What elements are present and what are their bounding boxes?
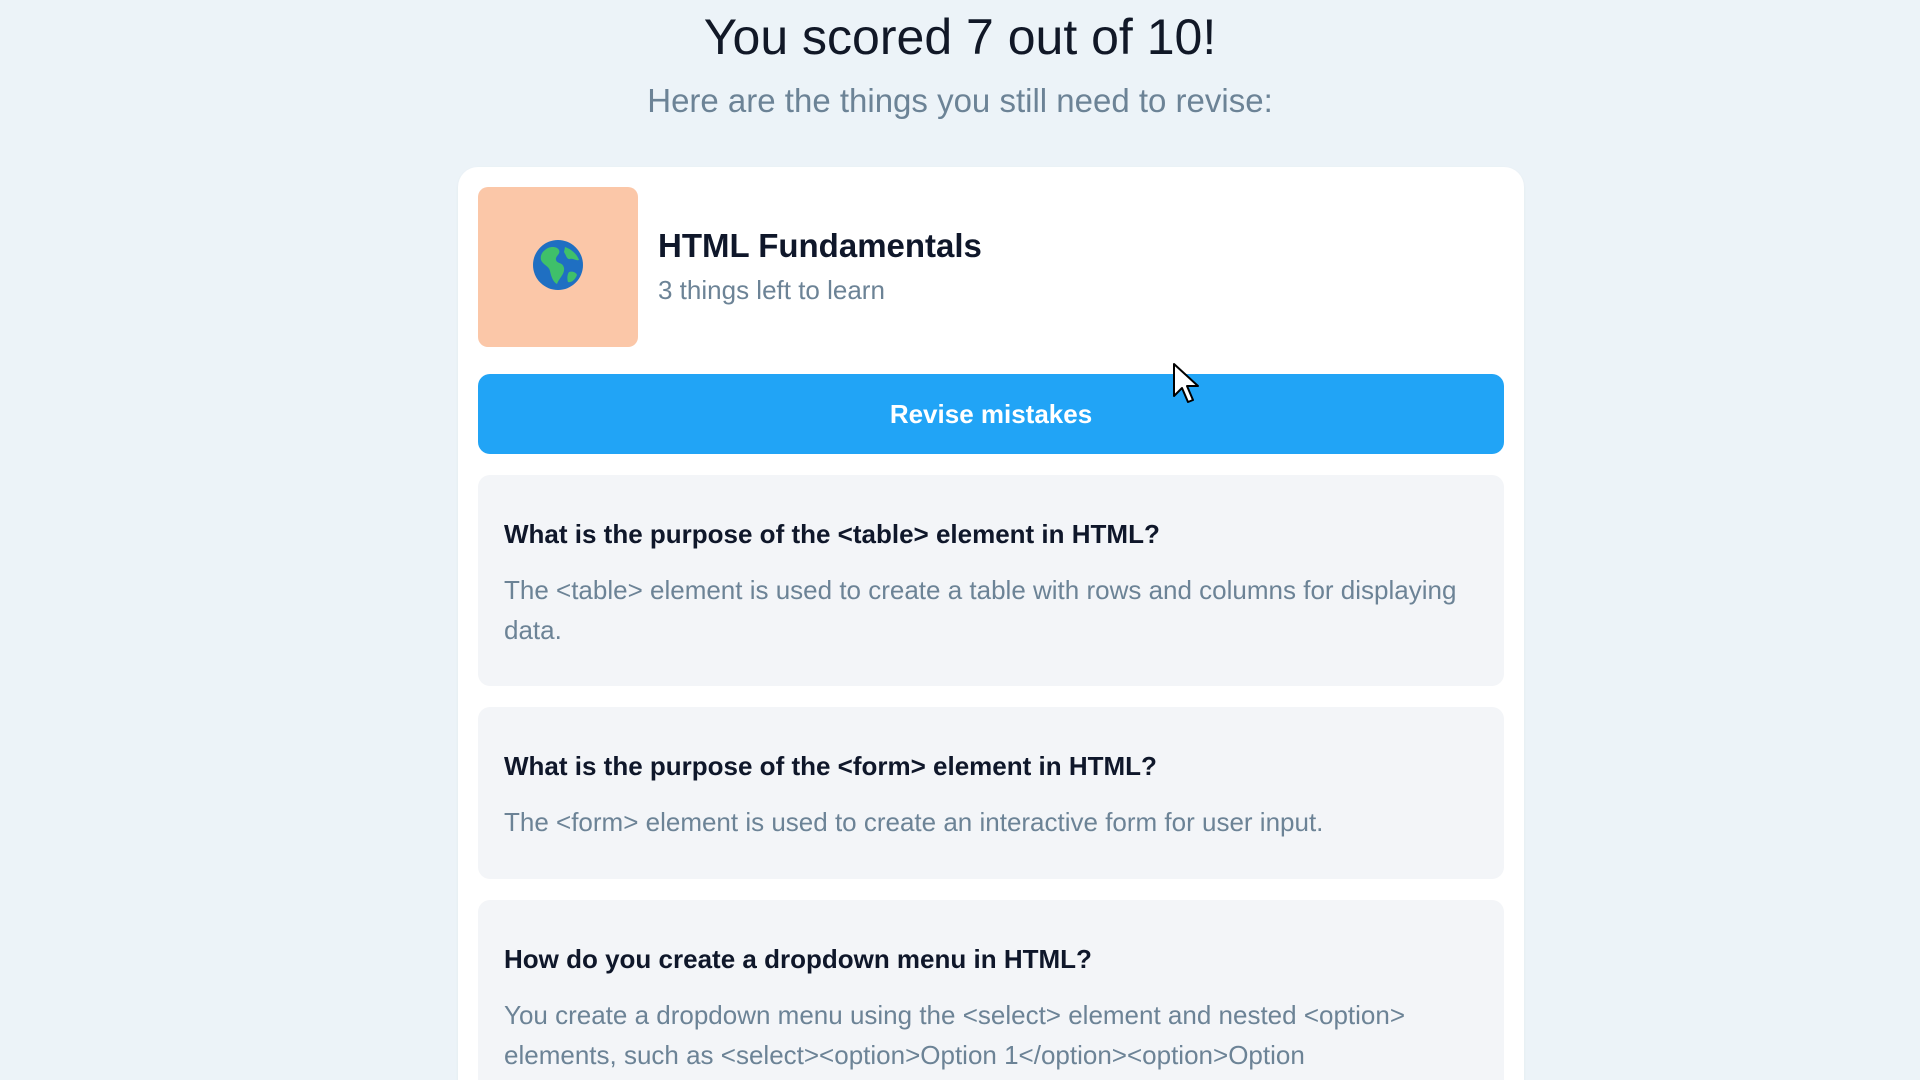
revision-card: HTML Fundamentals 3 things left to learn… — [458, 167, 1524, 1080]
question-card: How do you create a dropdown menu in HTM… — [478, 900, 1504, 1080]
question-card: What is the purpose of the <table> eleme… — [478, 475, 1504, 686]
question-card: What is the purpose of the <form> elemen… — [478, 707, 1504, 879]
revise-subtitle: Here are the things you still need to re… — [647, 82, 1273, 119]
mouse-pointer-icon — [1172, 362, 1200, 404]
course-thumbnail — [478, 187, 638, 347]
score-title: You scored 7 out of 10! — [703, 9, 1217, 65]
answer-text: The <form> element is used to create an … — [504, 807, 1324, 837]
revise-mistakes-button[interactable]: Revise mistakes — [478, 374, 1504, 454]
question-text: What is the purpose of the <table> eleme… — [504, 519, 1160, 549]
course-title: HTML Fundamentals — [658, 227, 982, 264]
results-page: You scored 7 out of 10! Here are the thi… — [0, 0, 1920, 1080]
course-remaining-count: 3 things left to learn — [658, 275, 885, 305]
globe-icon — [531, 238, 585, 297]
question-text: What is the purpose of the <form> elemen… — [504, 751, 1157, 781]
answer-text: The <table> element is used to create a … — [504, 575, 1457, 645]
answer-text: You create a dropdown menu using the <se… — [504, 1000, 1406, 1070]
question-text: How do you create a dropdown menu in HTM… — [504, 944, 1092, 974]
